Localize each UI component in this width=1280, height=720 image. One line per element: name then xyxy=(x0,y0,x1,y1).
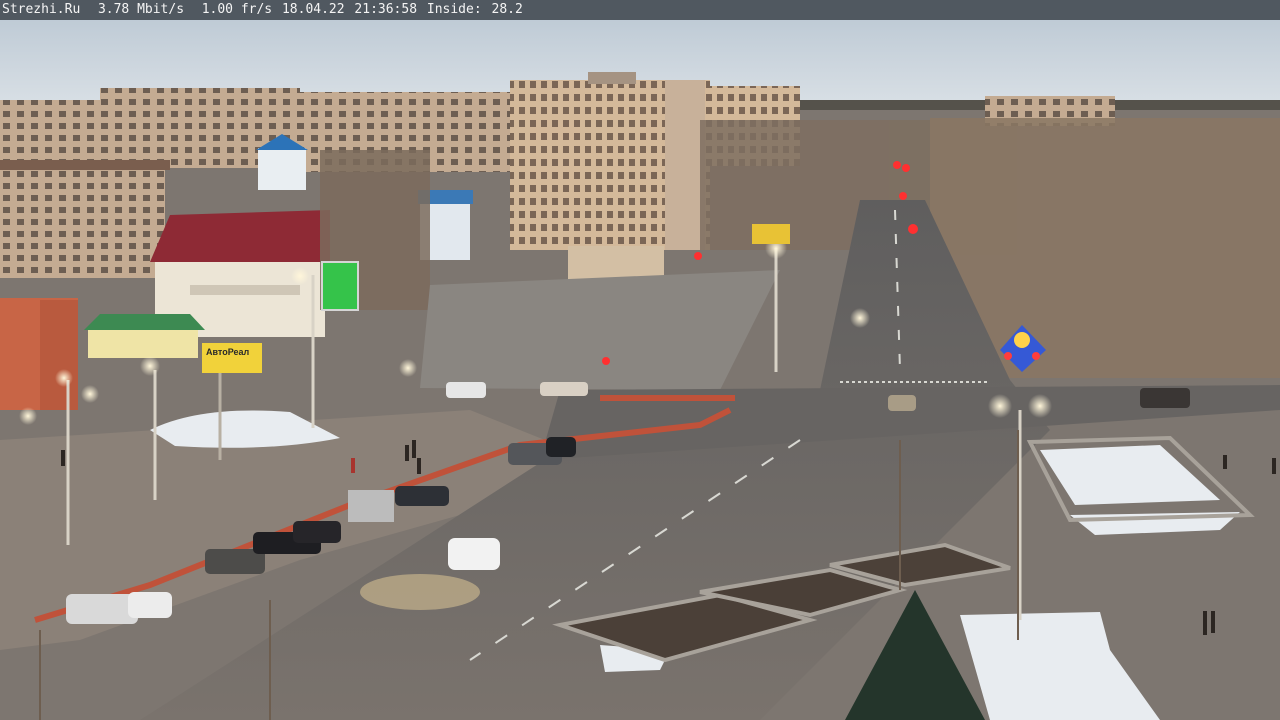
osd-framerate: 1.00 fr/s xyxy=(201,2,273,17)
parking-square xyxy=(420,270,780,390)
osd-bitrate: 3.78 Mbit/s xyxy=(97,2,185,17)
osd-inside-value: 28.2 xyxy=(491,2,523,17)
webcam-scene: АвтоРеал xyxy=(0,0,1280,720)
left-apartment-block xyxy=(0,160,170,278)
led-screen xyxy=(321,261,359,311)
osd-date: 18.04.22 xyxy=(281,2,345,17)
osd-time: 21:36:58 xyxy=(354,2,418,17)
kiosk xyxy=(88,328,198,358)
osd-site: Strezhi.Ru xyxy=(2,2,81,17)
kiosk-roof xyxy=(84,314,205,330)
left-brick-building-side xyxy=(40,300,78,410)
billboard-left-text: АвтоРеал xyxy=(206,347,249,357)
osd-inside-label: Inside: xyxy=(426,2,482,17)
yellow-sign-center xyxy=(752,224,790,244)
webcam-status-overlay: Strezhi.Ru 3.78 Mbit/s 1.00 fr/s 18.04.2… xyxy=(0,0,1280,20)
